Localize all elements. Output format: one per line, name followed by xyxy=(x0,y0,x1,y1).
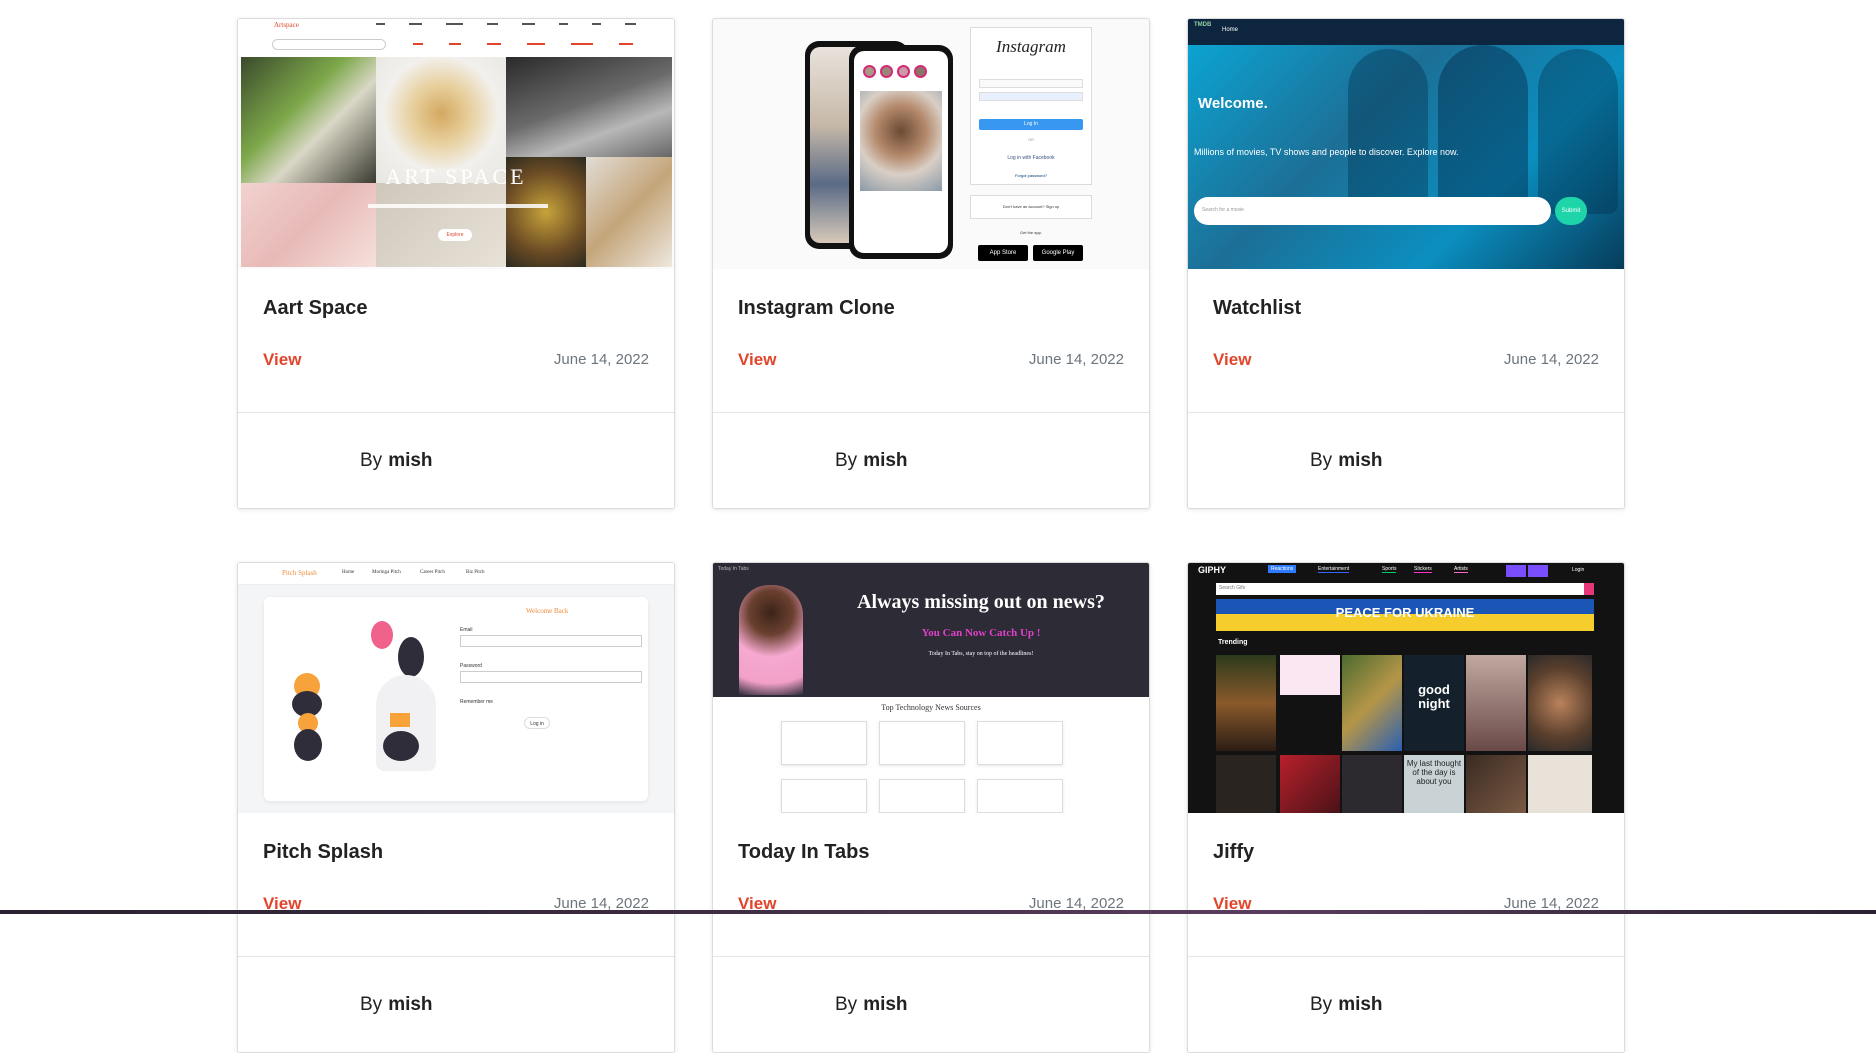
thumb-banner: PEACE FOR UKRAINE xyxy=(1216,605,1594,620)
thumb-nav-career: Career Pitch xyxy=(420,570,445,575)
project-title: Pitch Splash xyxy=(263,841,649,864)
thumb-trending: Trending xyxy=(1218,639,1248,646)
thumb-remember: Remember me xyxy=(460,699,493,705)
thumb-nav-home: Home xyxy=(342,570,354,575)
thumb-nav-artists: Artists xyxy=(1454,566,1468,573)
thumb-search xyxy=(272,39,386,50)
view-link[interactable]: View xyxy=(1213,350,1251,370)
project-card: TMDB Home Welcome. Millions of movies, T… xyxy=(1187,18,1625,509)
thumb-brand: Today In Tabs xyxy=(718,566,749,572)
author-prefix: By xyxy=(360,994,382,1016)
card-footer: By mish xyxy=(238,956,674,1052)
project-card: Today In Tabs Always missing out on news… xyxy=(712,562,1150,1053)
thumb-or: OR xyxy=(970,137,1092,142)
author-prefix: By xyxy=(360,450,382,472)
author-name: mish xyxy=(1338,994,1382,1016)
project-title: Jiffy xyxy=(1213,841,1599,864)
thumb-nav: Home xyxy=(1222,27,1238,33)
thumb-heading: ART SPACE xyxy=(238,164,674,190)
author-prefix: By xyxy=(1310,450,1332,472)
thumb-google-play: Google Play xyxy=(1033,245,1083,261)
author-prefix: By xyxy=(835,450,857,472)
thumb-explore-button: Explore xyxy=(438,229,472,241)
thumb-app-store: App Store xyxy=(978,245,1028,261)
thumb-facebook: Log in with Facebook xyxy=(970,155,1092,161)
project-title: Watchlist xyxy=(1213,297,1599,320)
author-name: mish xyxy=(863,994,907,1016)
thumb-email-label: Email xyxy=(460,627,473,633)
thumb-nav xyxy=(376,23,636,26)
thumb-section-title: Top Technology News Sources xyxy=(713,703,1149,712)
author-name: mish xyxy=(388,450,432,472)
thumb-brand: TMDB xyxy=(1194,22,1211,28)
project-thumbnail[interactable]: Instagram Log In OR Log in with Facebook… xyxy=(713,19,1149,269)
thumb-subheadline: You Can Now Catch Up ! xyxy=(813,627,1149,639)
thumb-tagline: Today In Tabs, stay on top of the headli… xyxy=(813,651,1149,657)
project-thumbnail[interactable]: Pitch Splash Home Moringa Pitch Career P… xyxy=(238,563,674,813)
thumb-gif-text-last-thought: My last thought of the day is about you xyxy=(1406,759,1462,786)
thumb-get-app: Get the app. xyxy=(970,230,1092,235)
project-card: GIPHY Reactions Entertainment Sports Sti… xyxy=(1187,562,1625,1053)
thumb-nav-moringa: Moringa Pitch xyxy=(372,570,401,575)
thumb-nav-entertainment: Entertainment xyxy=(1318,566,1349,573)
thumb-welcome: Welcome Back xyxy=(526,607,568,615)
author-name: mish xyxy=(1338,450,1382,472)
thumb-subtitle: Millions of movies, TV shows and people … xyxy=(1194,147,1458,157)
thumb-brand: Pitch Splash xyxy=(282,569,317,577)
project-title: Today In Tabs xyxy=(738,841,1124,864)
card-footer: By mish xyxy=(713,956,1149,1052)
project-grid: Artspace ART SPACE Explore Aart Space xyxy=(0,0,1876,914)
project-thumbnail[interactable]: GIPHY Reactions Entertainment Sports Sti… xyxy=(1188,563,1624,813)
thumb-signup: Don't have an account? Sign up xyxy=(970,204,1092,209)
project-card: Artspace ART SPACE Explore Aart Space xyxy=(237,18,675,509)
thumb-nav-sports: Sports xyxy=(1382,566,1396,573)
thumb-login-button: Log in xyxy=(524,717,550,729)
thumb-password-label: Password xyxy=(460,663,482,669)
author-prefix: By xyxy=(835,994,857,1016)
thumb-search-input: Search Gifs xyxy=(1219,585,1245,591)
card-footer: By mish xyxy=(1188,956,1624,1052)
view-link[interactable]: View xyxy=(263,350,301,370)
project-thumbnail[interactable]: Today In Tabs Always missing out on news… xyxy=(713,563,1149,813)
project-card: Pitch Splash Home Moringa Pitch Career P… xyxy=(237,562,675,1053)
project-thumbnail[interactable]: TMDB Home Welcome. Millions of movies, T… xyxy=(1188,19,1624,269)
card-footer: By mish xyxy=(1188,412,1624,508)
project-date: June 14, 2022 xyxy=(1029,351,1124,368)
thumb-search-button: Submit xyxy=(1555,197,1587,225)
author-prefix: By xyxy=(1310,994,1332,1016)
thumb-login: Login xyxy=(1572,567,1584,573)
author-name: mish xyxy=(863,450,907,472)
thumb-nav-biz: Biz Pitch xyxy=(466,570,484,575)
card-footer: By mish xyxy=(713,412,1149,508)
thumb-forgot: Forgot password? xyxy=(970,173,1092,178)
project-thumbnail[interactable]: Artspace ART SPACE Explore xyxy=(238,19,674,269)
project-title: Instagram Clone xyxy=(738,297,1124,320)
thumb-brand: Artspace xyxy=(274,21,299,29)
card-footer: By mish xyxy=(238,412,674,508)
thumb-instagram-logo: Instagram xyxy=(970,37,1092,57)
project-card: Instagram Log In OR Log in with Facebook… xyxy=(712,18,1150,509)
view-link[interactable]: View xyxy=(738,350,776,370)
thumb-welcome: Welcome. xyxy=(1198,95,1268,112)
thumb-login-button: Log In xyxy=(979,119,1083,130)
thumb-brand: GIPHY xyxy=(1198,565,1226,575)
thumb-gif-text-good-night: good night xyxy=(1404,683,1464,711)
thumb-headline: Always missing out on news? xyxy=(813,591,1149,614)
project-date: June 14, 2022 xyxy=(554,351,649,368)
bottom-edge-bar xyxy=(0,910,1876,914)
author-name: mish xyxy=(388,994,432,1016)
thumb-nav-stickers: Stickers xyxy=(1414,566,1432,573)
thumb-nav-reactions: Reactions xyxy=(1268,565,1296,573)
project-date: June 14, 2022 xyxy=(1504,351,1599,368)
project-title: Aart Space xyxy=(263,297,649,320)
thumb-search-input: Search for a movie xyxy=(1202,207,1244,213)
